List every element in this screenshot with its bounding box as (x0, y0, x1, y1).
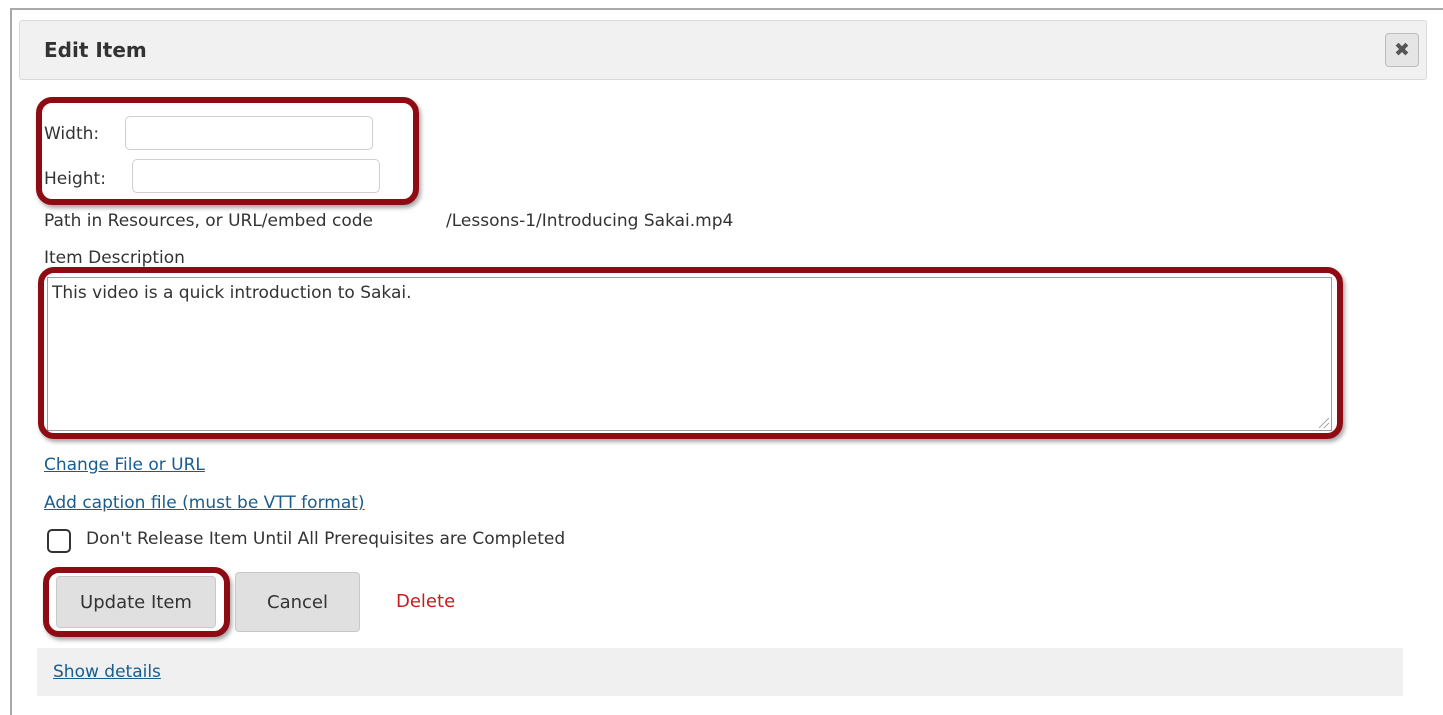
delete-button[interactable]: Delete (396, 591, 455, 612)
update-item-button[interactable]: Update Item (56, 576, 216, 628)
description-text: This video is a quick introduction to Sa… (52, 283, 412, 303)
width-input[interactable] (125, 116, 373, 150)
prerequisite-label: Don't Release Item Until All Prerequisit… (86, 529, 566, 549)
details-bar (37, 648, 1403, 696)
add-caption-link[interactable]: Add caption file (must be VTT format) (44, 493, 365, 513)
path-label: Path in Resources, or URL/embed code (44, 211, 373, 231)
height-label: Height: (44, 169, 106, 189)
prerequisite-checkbox[interactable] (47, 529, 71, 553)
description-label: Item Description (44, 248, 185, 268)
cancel-button[interactable]: Cancel (235, 572, 360, 632)
close-button[interactable]: ✖ (1385, 33, 1419, 67)
dialog-titlebar (19, 20, 1427, 80)
change-file-link[interactable]: Change File or URL (44, 455, 205, 475)
path-value: /Lessons-1/Introducing Sakai.mp4 (446, 211, 734, 231)
close-icon: ✖ (1394, 39, 1410, 61)
width-label: Width: (44, 124, 100, 144)
height-input[interactable] (132, 159, 380, 193)
dialog-title: Edit Item (44, 38, 147, 62)
resize-grip-icon[interactable] (1319, 418, 1329, 428)
description-textarea[interactable]: This video is a quick introduction to Sa… (47, 277, 1332, 431)
show-details-link[interactable]: Show details (53, 662, 161, 682)
